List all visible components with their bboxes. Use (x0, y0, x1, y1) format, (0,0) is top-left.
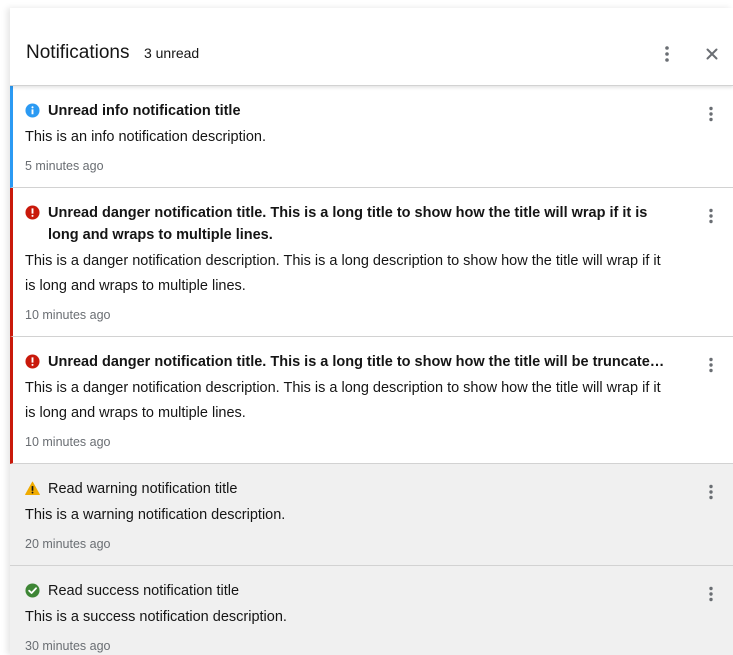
close-icon (706, 48, 718, 60)
notification-item[interactable]: Unread danger notification title. This i… (10, 337, 733, 464)
warning-triangle-icon (25, 481, 40, 495)
notification-timestamp: 20 minutes ago (25, 537, 111, 551)
notification-description: This is a warning notification descripti… (25, 507, 286, 523)
check-circle-icon (25, 583, 40, 598)
notification-description: This is an info notification description… (25, 129, 266, 145)
notification-title: Read success notification title (48, 583, 240, 599)
drawer-header: Notifications 3 unread (10, 8, 733, 86)
kebab-icon (709, 106, 713, 122)
notification-drawer: Notifications 3 unread Unread info notif… (10, 8, 733, 655)
header-kebab-button[interactable] (655, 42, 679, 66)
notification-item[interactable]: Read success notification title This is … (10, 566, 733, 655)
notification-kebab-button[interactable] (699, 582, 723, 606)
notification-title: Unread info notification title (48, 103, 241, 119)
unread-count: 3 unread (143, 45, 200, 61)
notification-item[interactable]: Read warning notification title This is … (10, 464, 733, 566)
notification-timestamp: 10 minutes ago (25, 435, 111, 449)
notification-list: Unread info notification title This is a… (10, 86, 733, 655)
kebab-icon (709, 357, 713, 373)
notification-title: Read warning notification title (48, 481, 238, 497)
notification-timestamp: 30 minutes ago (25, 639, 111, 653)
notification-description: This is a danger notification descriptio… (25, 253, 661, 294)
notification-kebab-button[interactable] (699, 353, 723, 377)
notification-kebab-button[interactable] (699, 204, 723, 228)
kebab-icon (709, 586, 713, 602)
notification-item[interactable]: Unread info notification title This is a… (10, 86, 733, 188)
notification-timestamp: 5 minutes ago (25, 159, 104, 173)
notification-description: This is a danger notification descriptio… (25, 380, 661, 421)
notification-description: This is a success notification descripti… (25, 609, 287, 625)
notification-item[interactable]: Unread danger notification title. This i… (10, 188, 733, 337)
close-button[interactable] (700, 42, 724, 66)
exclamation-circle-icon (25, 354, 40, 369)
notification-timestamp: 10 minutes ago (25, 308, 111, 322)
notification-title: Unread danger notification title. This i… (48, 354, 673, 370)
info-circle-icon (25, 103, 40, 118)
drawer-title: Notifications (26, 42, 130, 63)
exclamation-circle-icon (25, 205, 40, 220)
notification-title: Unread danger notification title. This i… (48, 205, 648, 243)
notification-kebab-button[interactable] (699, 480, 723, 504)
notification-kebab-button[interactable] (699, 102, 723, 126)
kebab-icon (665, 46, 669, 62)
kebab-icon (709, 484, 713, 500)
kebab-icon (709, 208, 713, 224)
